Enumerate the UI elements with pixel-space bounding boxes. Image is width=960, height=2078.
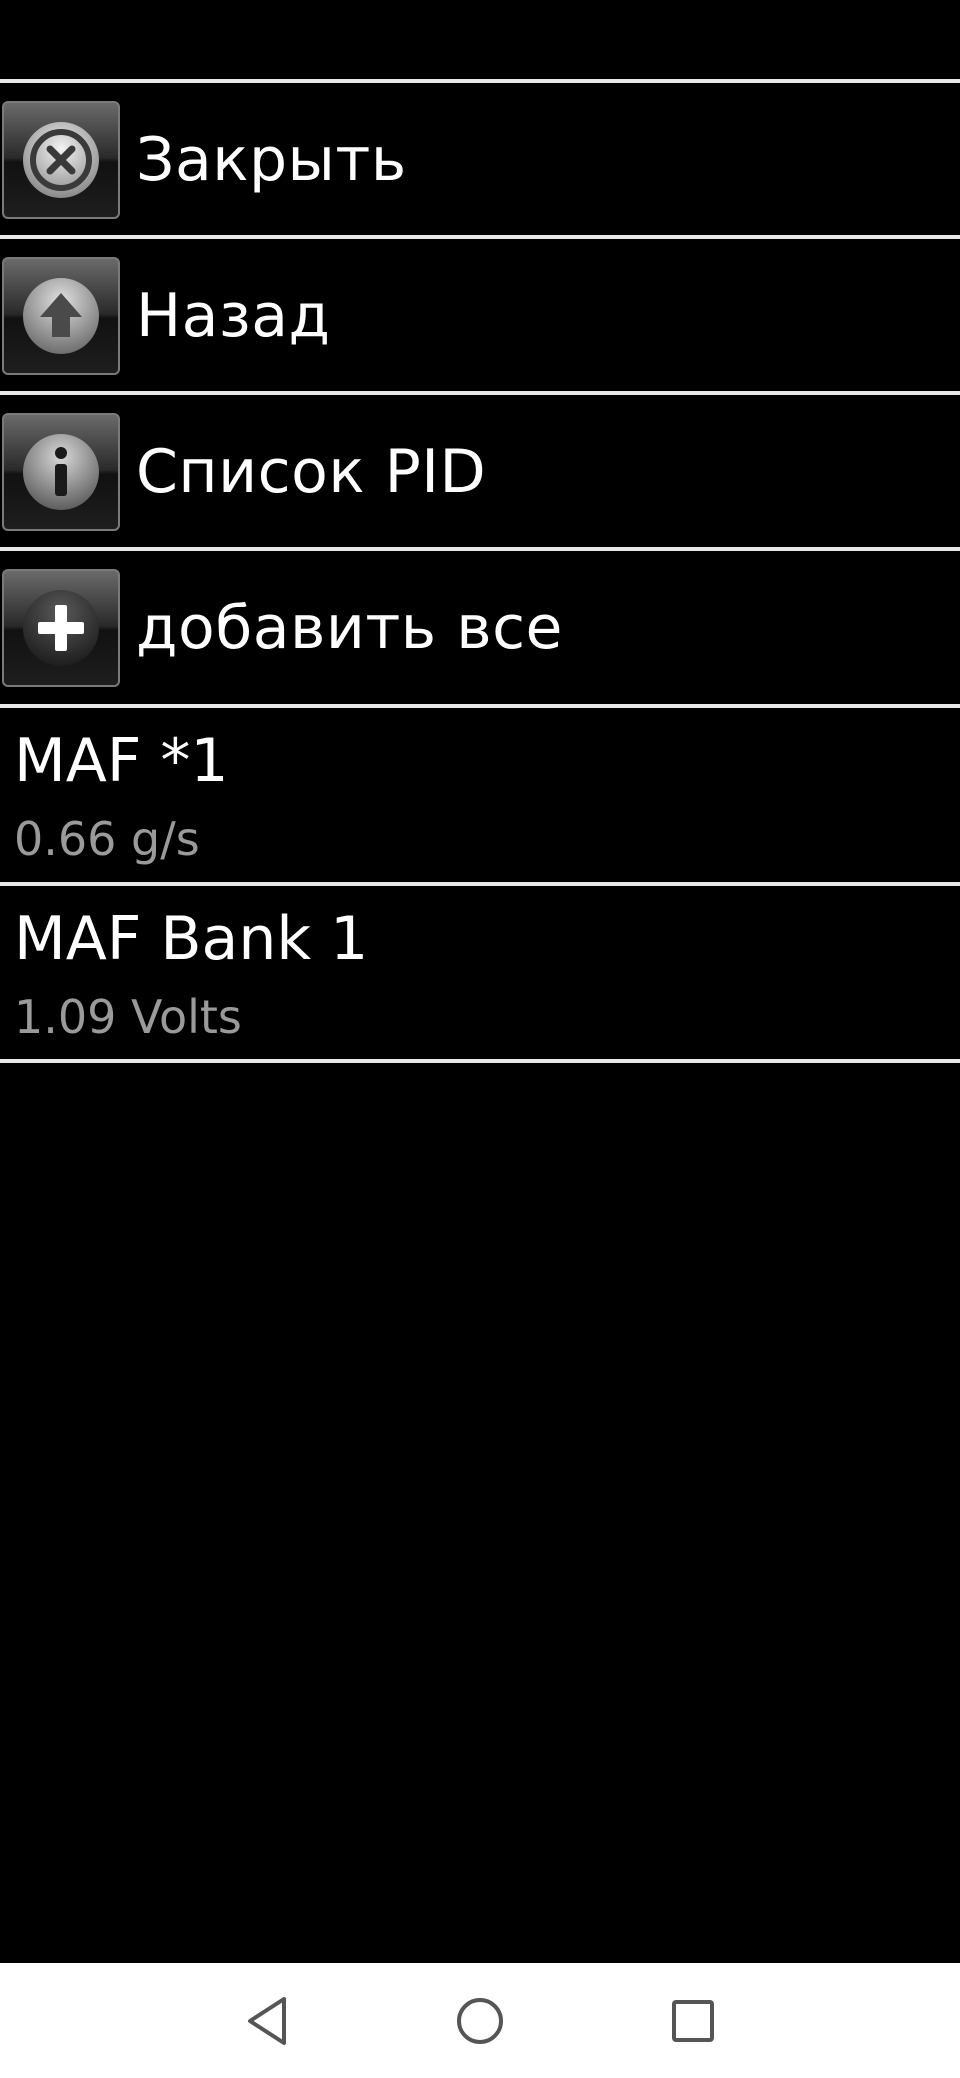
pid-list-item[interactable]: MAF Bank 1 1.09 Volts (0, 886, 960, 1058)
close-icon (2, 101, 120, 219)
arrow-up-icon (2, 257, 120, 375)
info-icon (2, 413, 120, 531)
back-triangle-icon (248, 1997, 286, 2045)
pid-list-menu-item[interactable]: Список PID (0, 397, 960, 547)
plus-icon (2, 569, 120, 687)
divider (0, 235, 960, 239)
pid-value: 0.66 g/s (14, 812, 200, 866)
divider (0, 79, 960, 83)
main-screen: Закрыть Назад Список PID добавить все MA… (0, 0, 960, 1963)
close-menu-item[interactable]: Закрыть (0, 85, 960, 235)
nav-back-button[interactable] (226, 1979, 310, 2063)
recents-square-icon (672, 2000, 714, 2042)
divider (0, 391, 960, 395)
add-all-menu-item[interactable]: добавить все (0, 553, 960, 703)
back-menu-item[interactable]: Назад (0, 241, 960, 391)
nav-home-button[interactable] (438, 1979, 522, 2063)
pid-list-item[interactable]: MAF *1 0.66 g/s (0, 708, 960, 880)
divider (0, 1059, 960, 1063)
pid-name: MAF Bank 1 (14, 904, 369, 974)
close-label: Закрыть (136, 125, 407, 195)
navigation-bar (0, 1963, 960, 2078)
back-label: Назад (136, 281, 331, 351)
home-circle-icon (457, 1998, 503, 2044)
add-all-label: добавить все (136, 593, 563, 663)
pid-value: 1.09 Volts (14, 990, 242, 1044)
divider (0, 547, 960, 551)
nav-recents-button[interactable] (651, 1979, 735, 2063)
pid-list-label: Список PID (136, 437, 487, 507)
pid-name: MAF *1 (14, 726, 229, 796)
